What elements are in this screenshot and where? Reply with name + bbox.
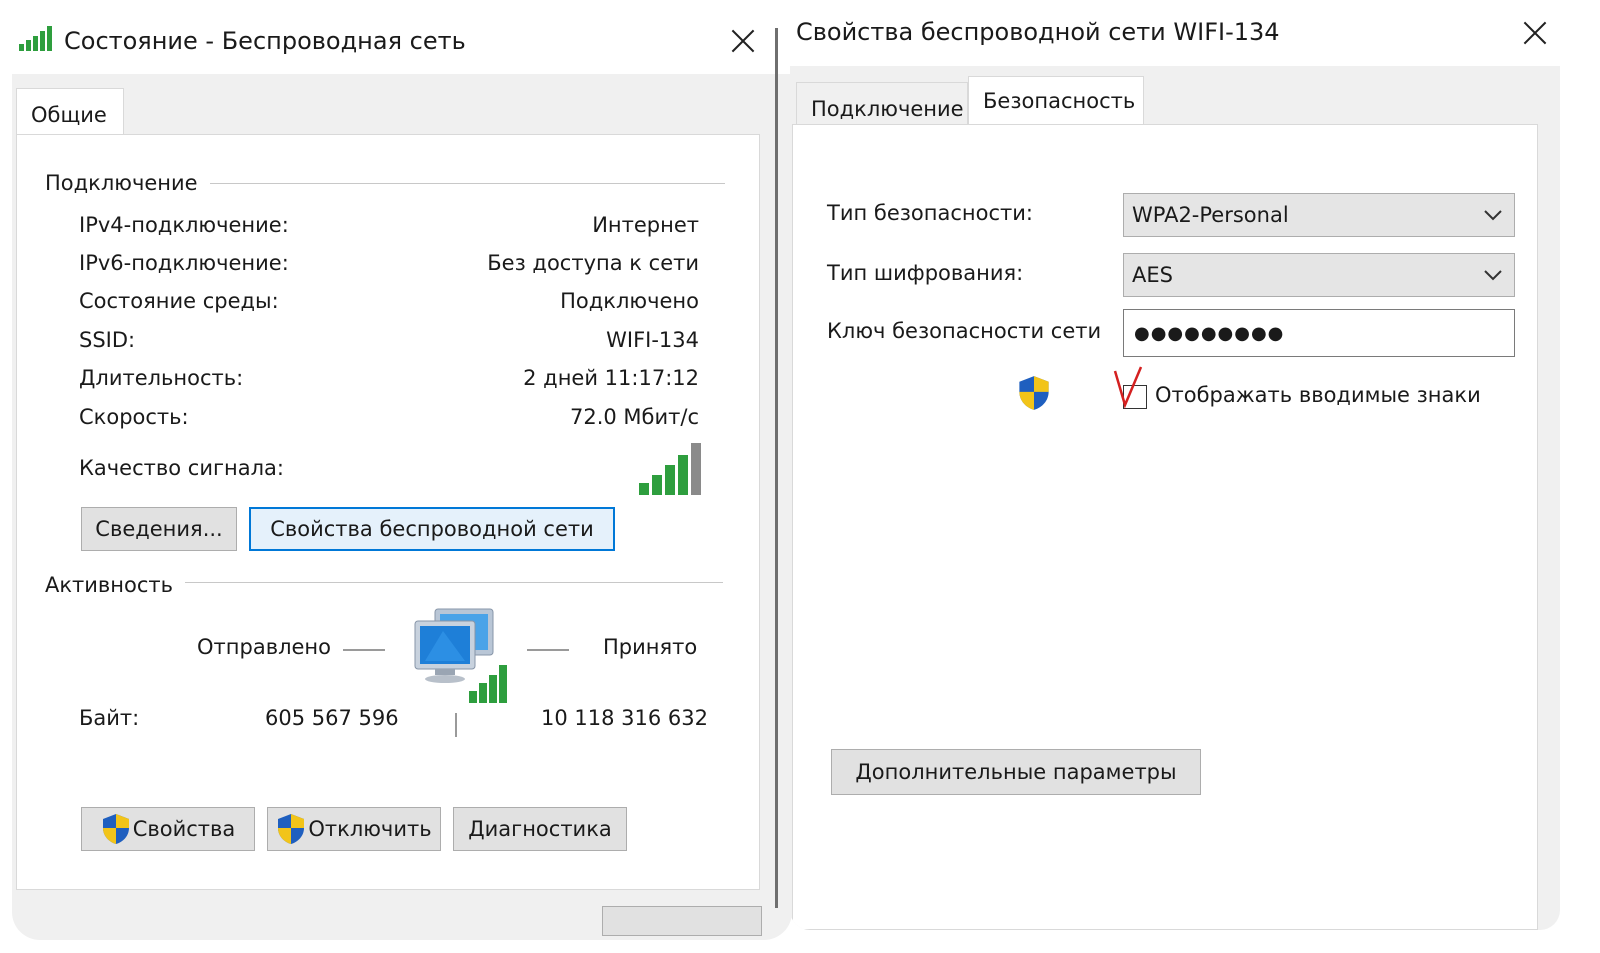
ipv6-label: IPv6-подключение: — [79, 251, 289, 275]
properties-button[interactable]: Свойства — [81, 807, 255, 851]
signal-quality-label: Качество сигнала: — [79, 456, 284, 480]
activity-group-label: Активность — [45, 573, 186, 597]
wireless-properties-button[interactable]: Свойства беспроводной сети — [249, 507, 615, 551]
title-bar: Состояние - Беспроводная сеть — [12, 0, 792, 74]
disconnect-button-label: Отключить — [308, 817, 432, 841]
ssid-value: WIFI-134 — [606, 328, 699, 352]
uac-shield-icon — [278, 814, 305, 844]
tab-general[interactable]: Общие — [16, 88, 124, 136]
wireless-properties-window: Свойства беспроводной сети WIFI-134 Подк… — [790, 0, 1560, 930]
uac-shield-icon — [102, 814, 129, 844]
status-window: Состояние - Беспроводная сеть Общие Подк… — [12, 0, 792, 940]
close-icon[interactable] — [1518, 16, 1552, 50]
sent-label: Отправлено — [197, 635, 331, 659]
connection-group-label: Подключение — [45, 171, 210, 195]
window-divider — [775, 28, 778, 908]
encryption-type-value: AES — [1132, 263, 1173, 287]
security-type-select[interactable]: WPA2-Personal — [1123, 193, 1515, 237]
tab-connection[interactable]: Подключение — [796, 82, 968, 126]
disconnect-button[interactable]: Отключить — [267, 807, 441, 851]
advanced-settings-button[interactable]: Дополнительные параметры — [831, 749, 1201, 795]
media-state-value: Подключено — [560, 289, 699, 313]
tab-security[interactable]: Безопасность — [968, 76, 1144, 126]
ssid-label: SSID: — [79, 328, 136, 352]
network-computers-icon — [414, 608, 507, 703]
diagnostics-button[interactable]: Диагностика — [453, 807, 627, 851]
network-key-input[interactable]: ●●●●●●●●● — [1123, 309, 1515, 357]
chevron-down-icon — [1484, 270, 1502, 281]
duration-label: Длительность: — [79, 366, 244, 390]
red-checkmark-annotation-icon — [1113, 366, 1143, 409]
chevron-down-icon — [1484, 210, 1502, 221]
signal-bars-icon — [639, 443, 701, 495]
wifi-signal-icon — [19, 26, 52, 51]
uac-shield-icon — [1019, 376, 1049, 410]
bytes-label: Байт: — [79, 706, 140, 730]
security-type-label: Тип безопасности: — [827, 201, 1033, 225]
window-title: Состояние - Беспроводная сеть — [64, 27, 466, 55]
speed-value: 72.0 Мбит/с — [569, 405, 699, 429]
bytes-received-value: 10 118 316 632 — [541, 706, 708, 730]
close-button-partial[interactable] — [602, 906, 762, 936]
speed-label: Скорость: — [79, 405, 189, 429]
general-pane: Подключение IPv4-подключение: Интернет I… — [16, 134, 760, 890]
properties-button-label: Свойства — [132, 817, 236, 841]
encryption-type-label: Тип шифрования: — [827, 261, 1024, 285]
ipv6-value: Без доступа к сети — [487, 251, 699, 275]
network-key-label: Ключ безопасности сети — [827, 319, 1102, 343]
details-button[interactable]: Сведения... — [81, 507, 237, 551]
show-characters-label[interactable]: Отображать вводимые знаки — [1155, 383, 1481, 407]
ipv4-label: IPv4-подключение: — [79, 213, 289, 237]
window-title: Свойства беспроводной сети WIFI-134 — [796, 18, 1280, 46]
ipv4-value: Интернет — [592, 213, 699, 237]
bytes-sent-value: 605 567 596 — [265, 706, 399, 730]
received-dash — [527, 649, 569, 651]
bytes-separator — [455, 713, 457, 737]
sent-dash — [343, 649, 385, 651]
duration-value: 2 дней 11:17:12 — [523, 366, 699, 390]
security-type-value: WPA2-Personal — [1132, 203, 1289, 227]
network-key-value: ●●●●●●●●● — [1134, 322, 1285, 344]
close-icon[interactable] — [726, 24, 760, 58]
received-label: Принято — [603, 635, 698, 659]
encryption-type-select[interactable]: AES — [1123, 253, 1515, 297]
title-bar: Свойства беспроводной сети WIFI-134 — [790, 0, 1560, 66]
media-state-label: Состояние среды: — [79, 289, 279, 313]
security-pane: Тип безопасности: WPA2-Personal Тип шифр… — [792, 124, 1538, 930]
